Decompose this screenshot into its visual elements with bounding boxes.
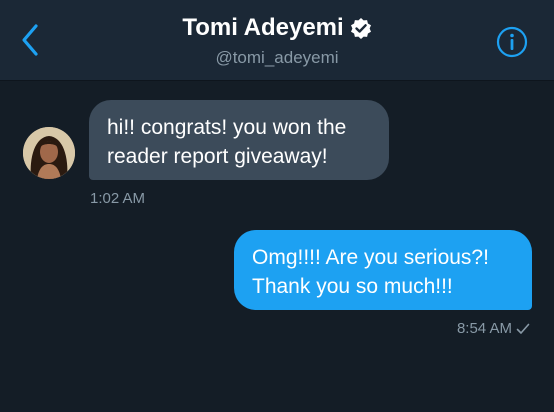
outgoing-message-status: 8:54 AM (457, 320, 530, 337)
check-icon (516, 323, 530, 334)
message-line: hi!! congrats! you won the (107, 116, 347, 139)
outgoing-message-bubble[interactable]: Omg!!!! Are you serious?! Thank you so m… (234, 230, 532, 310)
incoming-message-bubble[interactable]: hi!! congrats! you won the reader report… (89, 100, 389, 180)
info-button[interactable] (494, 24, 530, 60)
outgoing-message-time: 8:54 AM (456, 320, 512, 337)
message-line: Omg!!!! Are you serious?! (252, 246, 489, 269)
verified-badge-icon (350, 18, 371, 39)
contact-name: Tomi Adeyemi (182, 14, 344, 41)
avatar[interactable] (23, 127, 75, 179)
incoming-message-time: 1:02 AM (90, 190, 146, 207)
contact-handle: @tomi_adeyemi (215, 48, 339, 67)
message-line: Thank you so much!!! (252, 275, 453, 298)
avatar-photo (23, 127, 75, 179)
info-icon (496, 26, 528, 58)
conversation-header: Tomi Adeyemi @tomi_adeyemi (0, 0, 554, 81)
conversation-title: Tomi Adeyemi @tomi_adeyemi (0, 14, 554, 68)
message-line: reader report giveaway! (107, 145, 328, 168)
